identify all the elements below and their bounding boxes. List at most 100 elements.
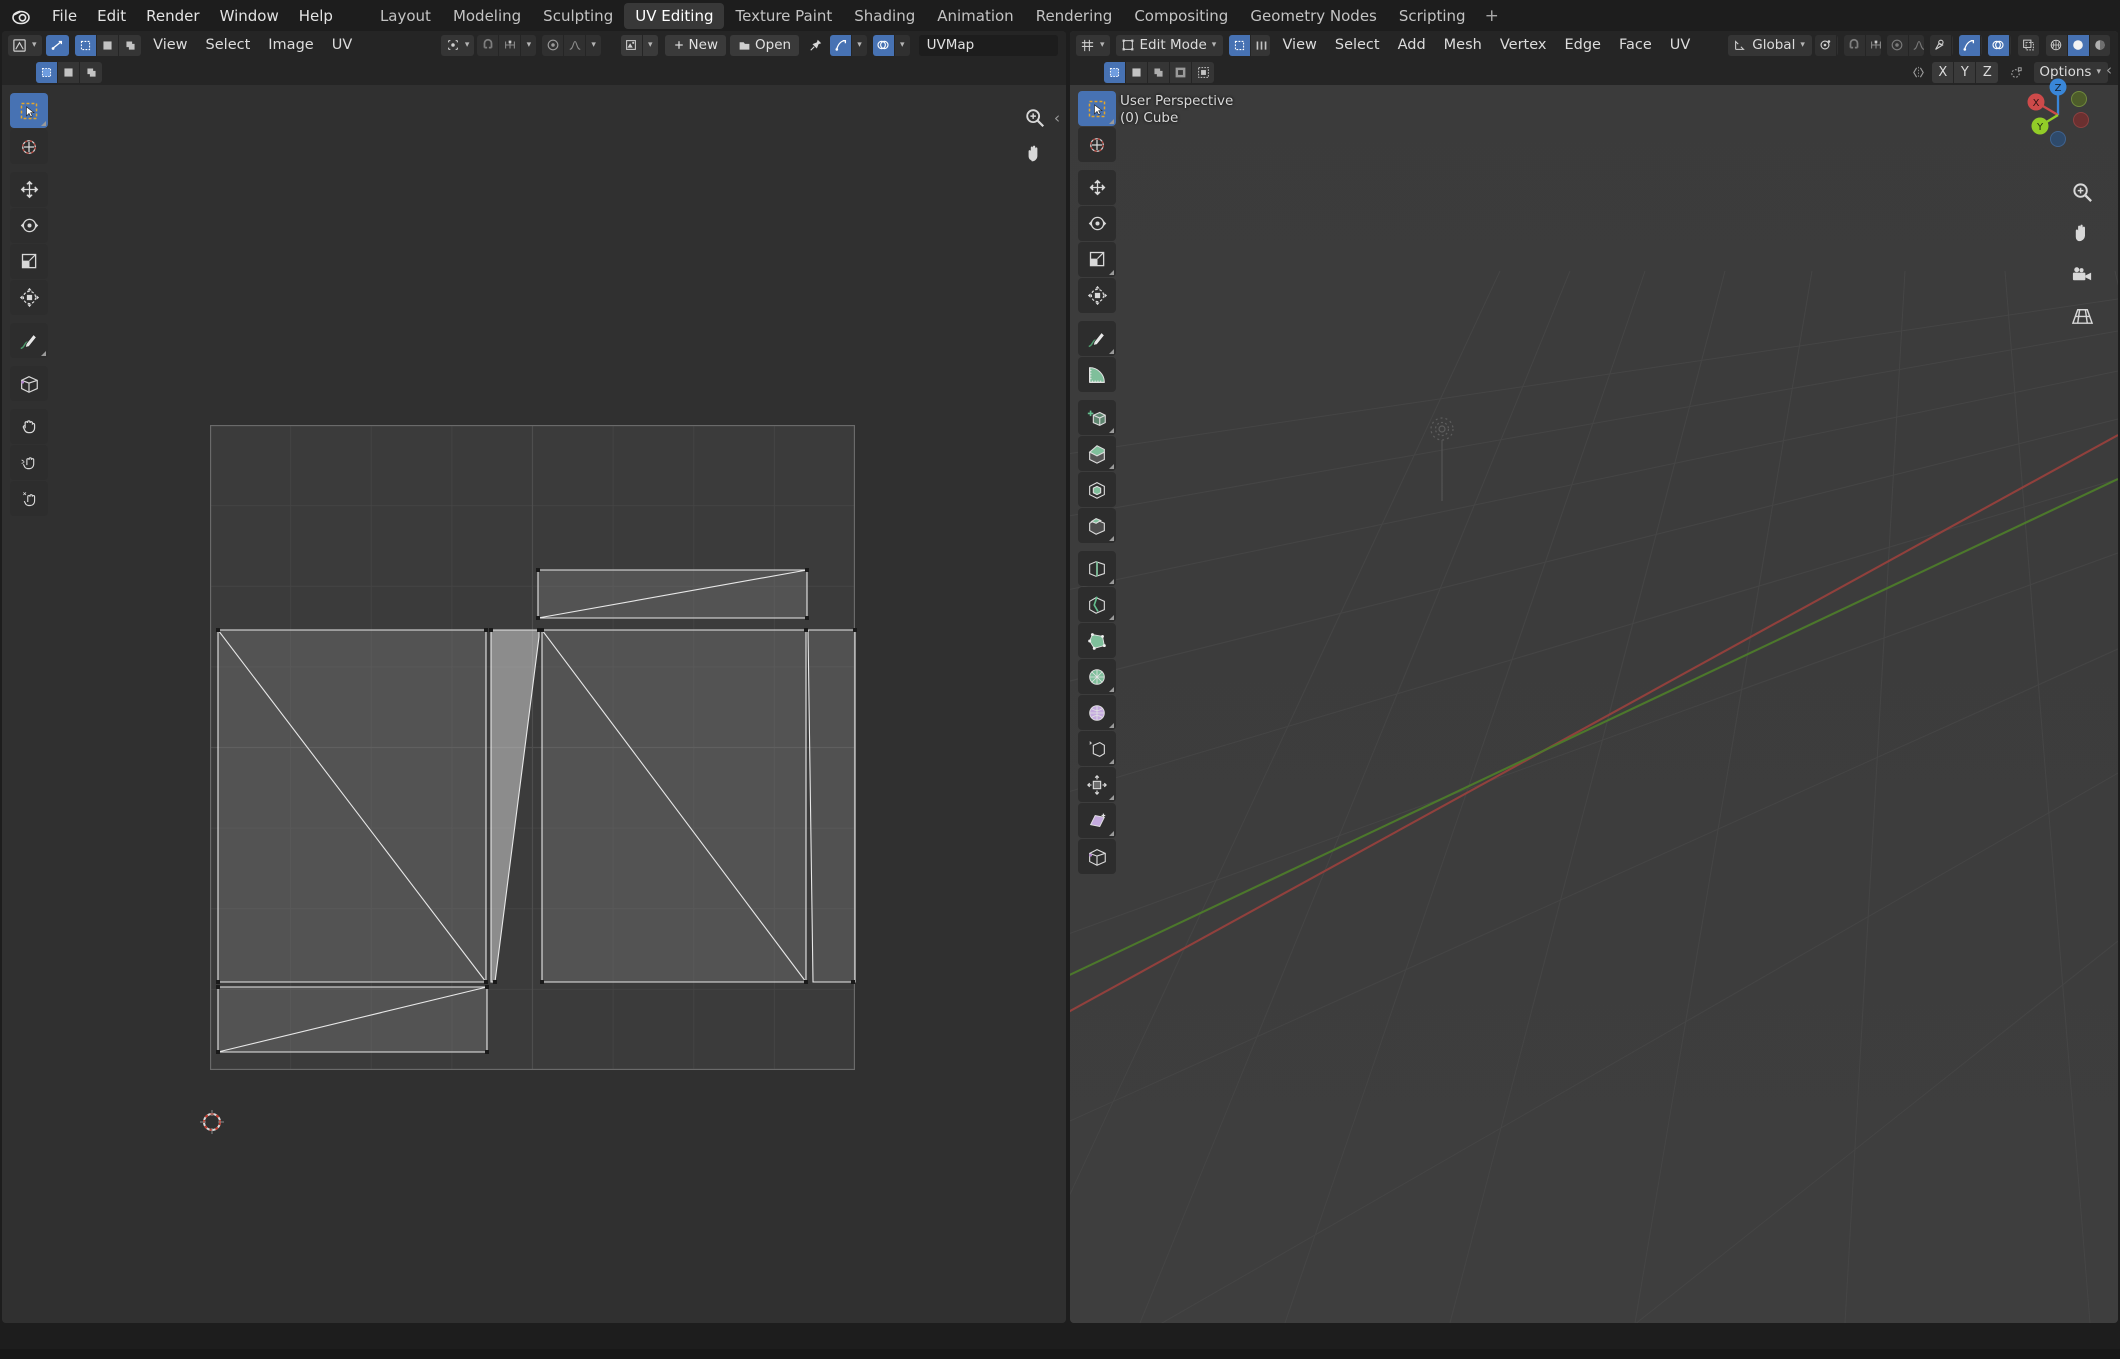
vp-overlays-dropdown[interactable]: ▾ xyxy=(2009,34,2011,56)
workspace-tab-animation[interactable]: Animation xyxy=(926,3,1024,29)
camera-icon[interactable] xyxy=(2071,263,2094,290)
toggle-xray-icon[interactable] xyxy=(2017,34,2039,56)
vp-visibility-dropdown[interactable]: ▾ xyxy=(1951,34,1953,56)
vp-menu-view[interactable]: View xyxy=(1273,34,1325,56)
vp-tool-shrink-fatten[interactable] xyxy=(1078,767,1116,802)
vp-overlays-icon[interactable] xyxy=(1987,34,2010,56)
uv-tool-cursor[interactable] xyxy=(10,129,48,164)
uv-edge-select-mode[interactable] xyxy=(97,34,120,56)
uv-circle-select-mode[interactable] xyxy=(80,61,102,83)
vp-menu-select[interactable]: Select xyxy=(1326,34,1389,56)
menu-help[interactable]: Help xyxy=(289,5,343,27)
grid-perspective-icon[interactable] xyxy=(2071,304,2094,331)
vp-gizmo-dropdown[interactable]: ▾ xyxy=(1980,34,1982,56)
uv-menu-image[interactable]: Image xyxy=(259,34,322,56)
vp-menu-vertex[interactable]: Vertex xyxy=(1491,34,1556,56)
viewport-3d-canvas[interactable] xyxy=(1070,31,2118,1323)
workspace-tab-layout[interactable]: Layout xyxy=(369,3,442,29)
mirror-axis-x[interactable]: X xyxy=(1932,61,1955,83)
vp-pivot-dropdown[interactable]: ▾ xyxy=(1836,34,1838,56)
uv-tool-tweak[interactable] xyxy=(10,93,48,128)
open-image-button[interactable]: Open xyxy=(730,34,800,56)
mirror-axis-z[interactable]: Z xyxy=(1976,61,1999,83)
vp-pivot-point-icon[interactable] xyxy=(1814,34,1837,56)
vp-tool-measure[interactable] xyxy=(1078,357,1116,392)
menu-file[interactable]: File xyxy=(42,5,87,27)
workspace-tab-shading[interactable]: Shading xyxy=(843,3,926,29)
mirror-icon[interactable] xyxy=(1907,62,1930,83)
transform-orientation-dropdown[interactable]: Global ▾ xyxy=(1728,34,1812,56)
vp-box-select-mode[interactable] xyxy=(1126,61,1148,83)
pin-icon[interactable] xyxy=(805,35,827,56)
uv-tool-move[interactable] xyxy=(10,172,48,207)
vp-menu-add[interactable]: Add xyxy=(1389,34,1435,56)
vp-tool-smooth[interactable] xyxy=(1078,695,1116,730)
uv-zoom-region-icon[interactable] xyxy=(1024,107,1046,133)
uv-overlays-dropdown[interactable]: ▾ xyxy=(894,34,910,56)
uv-menu-select[interactable]: Select xyxy=(197,34,260,56)
uv-box-select-mode[interactable] xyxy=(58,61,80,83)
solid-shading-mode[interactable] xyxy=(2067,34,2090,56)
workspace-tab-scripting[interactable]: Scripting xyxy=(1388,3,1477,29)
vp-tool-shear[interactable] xyxy=(1078,803,1116,838)
vp-tool-spin[interactable] xyxy=(1078,659,1116,694)
vp-tool-move[interactable] xyxy=(1078,170,1116,205)
uv-tweak-select-mode[interactable] xyxy=(36,61,58,83)
uv-snap-target-icon[interactable] xyxy=(499,34,522,56)
uv-snap-magnet-icon[interactable] xyxy=(477,34,500,56)
vp-menu-uv[interactable]: UV xyxy=(1661,34,1700,56)
vp-snap-target-icon[interactable] xyxy=(1865,34,1881,56)
workspace-tab-sculpting[interactable]: Sculpting xyxy=(532,3,624,29)
vp-tool-bevel[interactable] xyxy=(1078,508,1116,543)
uv-menu-view[interactable]: View xyxy=(144,34,196,56)
vp-tool-tweak[interactable] xyxy=(1078,91,1116,126)
vp-gizmo-icon[interactable] xyxy=(1958,34,1981,56)
vp-tool-cursor[interactable] xyxy=(1078,127,1116,162)
vp-menu-edge[interactable]: Edge xyxy=(1555,34,1610,56)
hand-icon[interactable] xyxy=(2071,222,2094,249)
uv-tool-rip-region[interactable] xyxy=(10,366,48,401)
workspace-tab-compositing[interactable]: Compositing xyxy=(1123,3,1239,29)
object-visibility-icon[interactable] xyxy=(1929,34,1952,56)
uv-gizmo-icon[interactable] xyxy=(830,34,852,56)
vp-circle-select-mode[interactable] xyxy=(1148,61,1170,83)
uv-menu-uv[interactable]: UV xyxy=(323,34,362,56)
uv-islands-overlay[interactable] xyxy=(2,85,1066,1323)
uv-editor-type-icon[interactable]: ▾ xyxy=(8,34,42,56)
uv-gizmo-dropdown[interactable]: ▾ xyxy=(852,34,867,56)
vp-sidebar-chevron-left-icon[interactable]: ‹ xyxy=(2106,61,2112,79)
uv-tool-rotate[interactable] xyxy=(10,208,48,243)
3d-viewport-type-icon[interactable]: ▾ xyxy=(1076,34,1110,56)
new-image-button[interactable]: New xyxy=(664,34,726,56)
mirror-axis-y[interactable]: Y xyxy=(1954,61,1977,83)
uv-proportional-falloff-icon[interactable] xyxy=(564,34,587,56)
vp-snap-magnet-icon[interactable] xyxy=(1843,34,1866,56)
vp-tweak-select-mode[interactable] xyxy=(1104,61,1126,83)
uv-tool-relax[interactable] xyxy=(10,445,48,480)
menu-edit[interactable]: Edit xyxy=(87,5,136,27)
uv-vertex-select-mode[interactable] xyxy=(75,34,98,56)
workspace-tab-rendering[interactable]: Rendering xyxy=(1025,3,1124,29)
vp-tool-extrude-region[interactable] xyxy=(1078,436,1116,471)
vp-tool-transform[interactable] xyxy=(1078,278,1116,313)
mesh-edge-select-mode[interactable] xyxy=(1251,34,1271,56)
vp-lasso-select-mode[interactable] xyxy=(1170,61,1192,83)
uv-pivot-point-icon[interactable]: ▾ xyxy=(440,34,475,56)
wireframe-shading-mode[interactable] xyxy=(2045,34,2068,56)
vp-tool-scale[interactable] xyxy=(1078,242,1116,277)
workspace-tab-modeling[interactable]: Modeling xyxy=(442,3,532,29)
navigation-gizmo[interactable]: Z X Y xyxy=(2012,69,2104,161)
image-browse-dropdown[interactable]: ▾ xyxy=(642,34,658,56)
uv-tool-pinch[interactable] xyxy=(10,481,48,516)
vp-tool-annotate[interactable] xyxy=(1078,321,1116,356)
workspace-tab-geometry-nodes[interactable]: Geometry Nodes xyxy=(1239,3,1388,29)
vp-tool-inset-faces[interactable] xyxy=(1078,472,1116,507)
vp-menu-face[interactable]: Face xyxy=(1610,34,1661,56)
menu-window[interactable]: Window xyxy=(210,5,289,27)
uv-sidebar-chevron-left-icon[interactable]: ‹ xyxy=(1054,109,1060,127)
uv-hand-pan-icon[interactable] xyxy=(1024,143,1046,169)
menu-render[interactable]: Render xyxy=(136,5,209,27)
vp-tool-knife[interactable] xyxy=(1078,587,1116,622)
image-browse-icon[interactable] xyxy=(620,34,643,56)
mesh-vertex-select-mode[interactable] xyxy=(1229,34,1252,56)
